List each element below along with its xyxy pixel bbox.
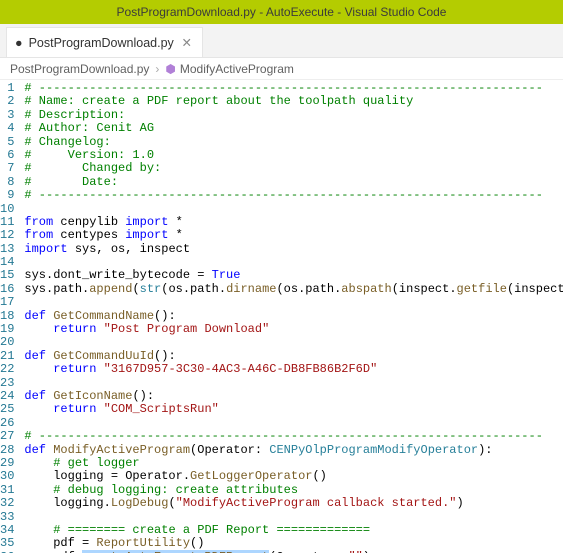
- line-number: 12: [0, 229, 14, 242]
- code-line[interactable]: [24, 256, 563, 269]
- code-line[interactable]: # Changed by:: [24, 162, 563, 175]
- code-line[interactable]: logging.LogDebug("ModifyActiveProgram ca…: [24, 497, 563, 510]
- code-line[interactable]: [24, 377, 563, 390]
- code-line[interactable]: return "COM_ScriptsRun": [24, 403, 563, 416]
- line-number: 25: [0, 403, 14, 416]
- code-line[interactable]: # Version: 1.0: [24, 149, 563, 162]
- code-line[interactable]: [24, 203, 563, 216]
- symbol-icon: ⬢: [165, 62, 175, 76]
- code-line[interactable]: def GetIconName():: [24, 390, 563, 403]
- code-line[interactable]: from cenpylib import *: [24, 216, 563, 229]
- line-number: 14: [0, 256, 14, 269]
- code-content[interactable]: # --------------------------------------…: [24, 80, 563, 553]
- line-number: 7: [0, 162, 14, 175]
- line-number: 9: [0, 189, 14, 202]
- line-number: 6: [0, 149, 14, 162]
- code-line[interactable]: # Author: Cenit AG: [24, 122, 563, 135]
- code-line[interactable]: def GetCommandUuId():: [24, 350, 563, 363]
- breadcrumb-file[interactable]: PostProgramDownload.py: [10, 62, 149, 76]
- line-number: 17: [0, 296, 14, 309]
- window-title-bar: PostProgramDownload.py - AutoExecute - V…: [0, 0, 563, 24]
- line-number: 35: [0, 537, 14, 550]
- line-number: 18: [0, 310, 14, 323]
- code-line[interactable]: from centypes import *: [24, 229, 563, 242]
- line-number: 32: [0, 497, 14, 510]
- close-icon[interactable]: ✕: [180, 36, 194, 50]
- code-line[interactable]: # Date:: [24, 176, 563, 189]
- code-line[interactable]: return "3167D957-3C30-4AC3-A46C-DB8FB86B…: [24, 363, 563, 376]
- tab-active[interactable]: ● PostProgramDownload.py ✕: [6, 27, 203, 57]
- line-number: 33: [0, 511, 14, 524]
- line-number: 16: [0, 283, 14, 296]
- line-number: 20: [0, 336, 14, 349]
- line-number: 10: [0, 203, 14, 216]
- line-number: 21: [0, 350, 14, 363]
- line-number: 3: [0, 109, 14, 122]
- line-number-gutter: 1234567891011121314151617181920212223242…: [0, 80, 24, 553]
- code-line[interactable]: [24, 417, 563, 430]
- code-line[interactable]: # Description:: [24, 109, 563, 122]
- line-number: 31: [0, 484, 14, 497]
- chevron-right-icon: ›: [153, 62, 161, 76]
- code-line[interactable]: sys.path.append(str(os.path.dirname(os.p…: [24, 283, 563, 296]
- code-line[interactable]: def GetCommandName():: [24, 310, 563, 323]
- code-line[interactable]: logging = Operator.GetLoggerOperator(): [24, 470, 563, 483]
- code-line[interactable]: sys.dont_write_bytecode = True: [24, 269, 563, 282]
- line-number: 34: [0, 524, 14, 537]
- line-number: 23: [0, 377, 14, 390]
- line-number: 26: [0, 417, 14, 430]
- breadcrumb: PostProgramDownload.py › ⬢ ModifyActiveP…: [0, 58, 563, 80]
- code-line[interactable]: # Changelog:: [24, 136, 563, 149]
- code-line[interactable]: [24, 336, 563, 349]
- code-editor[interactable]: 1234567891011121314151617181920212223242…: [0, 80, 563, 553]
- code-line[interactable]: [24, 296, 563, 309]
- line-number: 5: [0, 136, 14, 149]
- line-number: 1: [0, 82, 14, 95]
- code-line[interactable]: pdf = ReportUtility(): [24, 537, 563, 550]
- line-number: 29: [0, 457, 14, 470]
- line-number: 22: [0, 363, 14, 376]
- window-title: PostProgramDownload.py - AutoExecute - V…: [117, 5, 447, 19]
- code-line[interactable]: # Name: create a PDF report about the to…: [24, 95, 563, 108]
- line-number: 24: [0, 390, 14, 403]
- code-line[interactable]: def ModifyActiveProgram(Operator: CENPyO…: [24, 444, 563, 457]
- code-line[interactable]: # get logger: [24, 457, 563, 470]
- tab-strip: ● PostProgramDownload.py ✕: [0, 24, 563, 58]
- code-line[interactable]: # ======== create a PDF Report =========…: [24, 524, 563, 537]
- code-line[interactable]: # --------------------------------------…: [24, 82, 563, 95]
- code-line[interactable]: return "Post Program Download": [24, 323, 563, 336]
- line-number: 11: [0, 216, 14, 229]
- line-number: 27: [0, 430, 14, 443]
- code-line[interactable]: # --------------------------------------…: [24, 430, 563, 443]
- dirty-indicator-icon: ●: [15, 36, 23, 50]
- line-number: 19: [0, 323, 14, 336]
- breadcrumb-symbol[interactable]: ModifyActiveProgram: [180, 62, 294, 76]
- code-line[interactable]: # debug logging: create attributes: [24, 484, 563, 497]
- code-line[interactable]: [24, 511, 563, 524]
- line-number: 2: [0, 95, 14, 108]
- line-number: 4: [0, 122, 14, 135]
- code-line[interactable]: # --------------------------------------…: [24, 189, 563, 202]
- tab-label: PostProgramDownload.py: [29, 36, 174, 50]
- line-number: 13: [0, 243, 14, 256]
- line-number: 30: [0, 470, 14, 483]
- line-number: 28: [0, 444, 14, 457]
- code-line[interactable]: import sys, os, inspect: [24, 243, 563, 256]
- line-number: 8: [0, 176, 14, 189]
- line-number: 15: [0, 269, 14, 282]
